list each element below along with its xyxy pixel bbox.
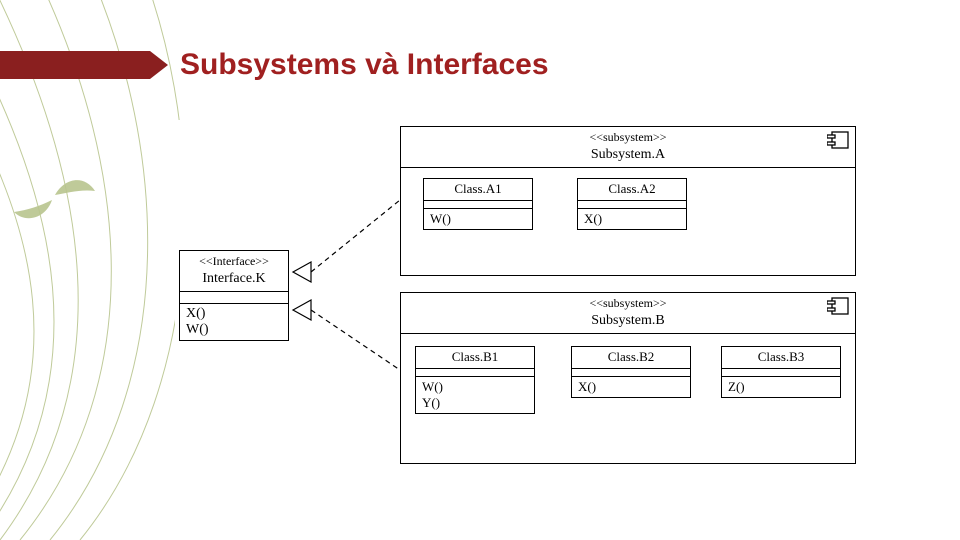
component-icon <box>827 297 849 315</box>
class-b1-box: Class.B1 W() Y() <box>415 346 535 414</box>
subsystem-b-box: <<subsystem>> Subsystem.B Class.B1 W() Y… <box>400 292 856 464</box>
subsystem-a-box: <<subsystem>> Subsystem.A Class.A1 W() C… <box>400 126 856 276</box>
subsystem-b-name: Subsystem.B <box>407 312 849 330</box>
slide-title: Subsystems và Interfaces <box>180 48 549 82</box>
slide-title-bar: Subsystems và Interfaces <box>0 48 549 82</box>
class-b2-name: Class.B2 <box>572 347 690 368</box>
subsystem-a-name: Subsystem.A <box>407 146 849 164</box>
class-a1-name: Class.A1 <box>424 179 532 200</box>
subsystem-a-stereotype: <<subsystem>> <box>407 130 849 146</box>
interface-k-box: <<Interface>> Interface.K X() W() <box>179 250 289 341</box>
class-a2-name: Class.A2 <box>578 179 686 200</box>
class-a2-box: Class.A2 X() <box>577 178 687 230</box>
subsystem-b-stereotype: <<subsystem>> <box>407 296 849 312</box>
uml-diagram: <<Interface>> Interface.K X() W() <<subs… <box>175 120 895 490</box>
class-b3-box: Class.B3 Z() <box>721 346 841 398</box>
class-b2-box: Class.B2 X() <box>571 346 691 398</box>
interface-ops: X() W() <box>180 303 288 340</box>
class-b3-name: Class.B3 <box>722 347 840 368</box>
interface-stereotype: <<Interface>> <box>186 254 282 270</box>
component-icon <box>827 131 849 149</box>
class-a1-box: Class.A1 W() <box>423 178 533 230</box>
interface-name: Interface.K <box>186 270 282 288</box>
title-accent-shape <box>0 51 150 79</box>
class-b1-name: Class.B1 <box>416 347 534 368</box>
